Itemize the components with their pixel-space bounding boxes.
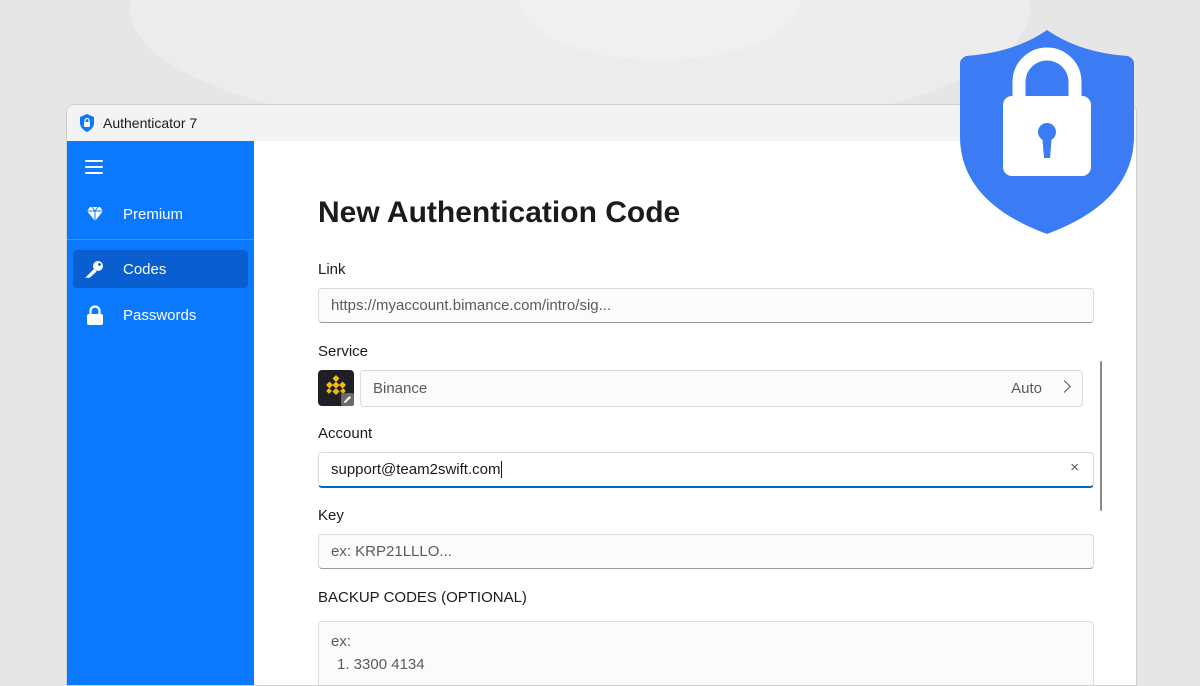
scrollbar[interactable] xyxy=(1100,361,1102,511)
backup-codes-field[interactable]: ex: 1. 3300 4134 xyxy=(318,621,1094,685)
lock-icon xyxy=(85,305,105,325)
page-title: New Authentication Code xyxy=(318,196,681,229)
key-label: Key xyxy=(318,507,344,524)
service-logo[interactable] xyxy=(318,370,354,406)
edit-pencil-icon[interactable] xyxy=(341,393,354,406)
account-label: Account xyxy=(318,425,373,442)
sidebar-item-passwords[interactable]: Passwords xyxy=(73,296,248,334)
key-field[interactable]: ex: KRP21LLLO... xyxy=(318,534,1094,569)
backup-placeholder-line: ex: xyxy=(331,633,352,650)
account-field[interactable]: support@team2swift.com × xyxy=(318,452,1094,488)
sidebar-item-label: Codes xyxy=(123,260,167,278)
chevron-right-icon xyxy=(1058,380,1071,393)
service-select[interactable]: Binance Auto xyxy=(360,370,1083,407)
sidebar-divider xyxy=(67,239,254,240)
sidebar-item-label: Passwords xyxy=(123,306,197,324)
backup-codes-label: BACKUP CODES (OPTIONAL) xyxy=(318,589,527,606)
sidebar-item-premium[interactable]: Premium xyxy=(73,195,248,233)
account-value: support@team2swift.com xyxy=(331,461,501,478)
shield-lock-icon xyxy=(960,30,1134,234)
sidebar-item-label: Premium xyxy=(123,205,184,223)
service-value: Binance xyxy=(373,380,428,397)
link-field[interactable]: https://myaccount.bimance.com/intro/sig.… xyxy=(318,288,1094,323)
link-placeholder: https://myaccount.bimance.com/intro/sig.… xyxy=(331,297,612,314)
backup-placeholder-line: 1. 3300 4134 xyxy=(337,656,425,673)
service-mode: Auto xyxy=(1011,380,1042,397)
app-shield-icon xyxy=(80,114,94,132)
diamond-icon xyxy=(85,204,105,224)
menu-icon[interactable] xyxy=(85,160,103,174)
service-row: Binance Auto xyxy=(318,370,1083,407)
sidebar: Premium Codes Passwords xyxy=(67,141,254,685)
window-title: Authenticator 7 xyxy=(103,115,198,131)
key-icon xyxy=(85,259,105,279)
key-placeholder: ex: KRP21LLLO... xyxy=(331,543,452,560)
text-caret xyxy=(501,461,503,478)
clear-icon[interactable]: × xyxy=(1070,459,1079,476)
service-label: Service xyxy=(318,343,369,360)
link-label: Link xyxy=(318,261,346,278)
sidebar-item-codes[interactable]: Codes xyxy=(73,250,248,288)
